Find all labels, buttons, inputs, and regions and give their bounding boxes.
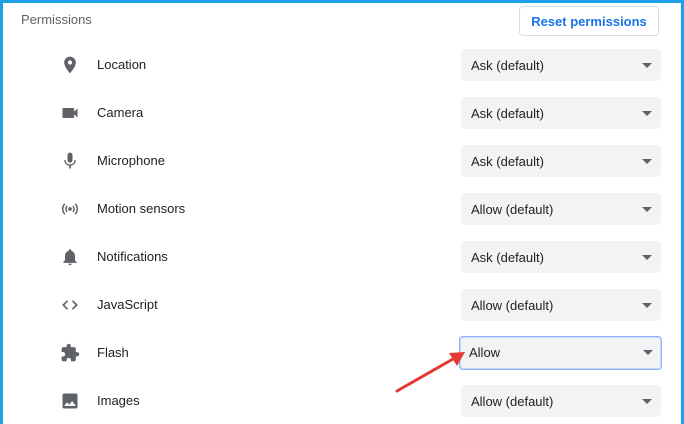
sensors-icon <box>60 199 80 219</box>
microphone-select[interactable]: Ask (default) <box>461 145 661 177</box>
code-icon <box>60 295 80 315</box>
permission-label: Notifications <box>97 249 168 264</box>
select-value: Ask (default) <box>471 154 544 169</box>
caret-down-icon <box>642 207 652 212</box>
permission-label: Images <box>97 393 140 408</box>
permission-row-motion-sensors: Motion sensors Allow (default) <box>3 185 681 233</box>
flash-select[interactable]: Allow <box>459 336 662 370</box>
caret-down-icon <box>643 350 653 355</box>
permission-row-camera: Camera Ask (default) <box>3 89 681 137</box>
bell-icon <box>60 247 80 267</box>
permission-label: Camera <box>97 105 144 120</box>
annotation-arrow-icon <box>395 352 465 393</box>
select-value: Ask (default) <box>471 250 544 265</box>
image-icon <box>60 391 80 411</box>
permission-row-javascript: JavaScript Allow (default) <box>3 281 681 329</box>
permission-row-notifications: Notifications Ask (default) <box>3 233 681 281</box>
select-value: Allow (default) <box>471 298 554 313</box>
motion-sensors-select[interactable]: Allow (default) <box>461 193 661 225</box>
settings-panel: Permissions Reset permissions Location A… <box>0 0 684 424</box>
permission-label: Flash <box>97 345 129 360</box>
permission-label: Microphone <box>97 153 165 168</box>
notifications-select[interactable]: Ask (default) <box>461 241 661 273</box>
puzzle-icon <box>60 343 80 363</box>
microphone-icon <box>60 151 80 171</box>
caret-down-icon <box>642 255 652 260</box>
select-value: Allow (default) <box>471 394 554 409</box>
location-select[interactable]: Ask (default) <box>461 49 661 81</box>
caret-down-icon <box>642 159 652 164</box>
permission-row-microphone: Microphone Ask (default) <box>3 137 681 185</box>
permission-label: Location <box>97 57 147 72</box>
caret-down-icon <box>642 63 652 68</box>
section-title: Permissions <box>21 12 92 27</box>
camera-select[interactable]: Ask (default) <box>461 97 661 129</box>
permission-label: JavaScript <box>97 297 158 312</box>
permission-row-flash: Flash Allow <box>3 329 681 377</box>
caret-down-icon <box>642 303 652 308</box>
select-value: Allow (default) <box>471 202 554 217</box>
reset-permissions-button[interactable]: Reset permissions <box>519 6 659 36</box>
select-value: Ask (default) <box>471 106 544 121</box>
select-value: Ask (default) <box>471 58 544 73</box>
camera-icon <box>60 103 80 123</box>
javascript-select[interactable]: Allow (default) <box>461 289 661 321</box>
select-value: Allow <box>469 345 501 360</box>
permission-row-location: Location Ask (default) <box>3 41 681 89</box>
permission-label: Motion sensors <box>97 201 186 216</box>
location-pin-icon <box>60 55 80 75</box>
caret-down-icon <box>642 111 652 116</box>
caret-down-icon <box>642 399 652 404</box>
images-select[interactable]: Allow (default) <box>461 385 661 417</box>
permission-row-images: Images Allow (default) <box>3 377 681 424</box>
